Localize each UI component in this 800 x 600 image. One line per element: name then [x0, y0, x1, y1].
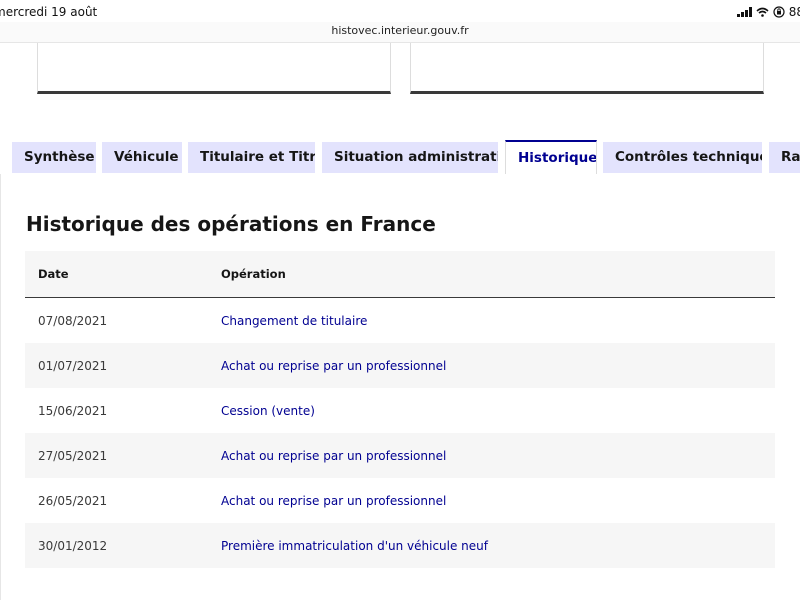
url-text: histovec.interieur.gouv.fr — [331, 24, 469, 37]
status-bar: mercredi 19 août 88 — [0, 0, 800, 24]
history-table: Date Opération 07/08/2021 Changement de … — [25, 251, 775, 568]
table-row: 27/05/2021 Achat ou reprise par un profe… — [25, 433, 775, 478]
table-row: 30/01/2012 Première immatriculation d'un… — [25, 523, 775, 568]
info-card-right — [410, 43, 764, 94]
row-operation-link[interactable]: Changement de titulaire — [221, 314, 367, 328]
status-time: mercredi 19 août — [0, 5, 98, 19]
tab-bar: Synthèse Véhicule Titulaire et Titre Sit… — [0, 140, 800, 175]
tab-vehicule[interactable]: Véhicule — [102, 142, 182, 173]
table-row: 26/05/2021 Achat ou reprise par un profe… — [25, 478, 775, 523]
row-date: 15/06/2021 — [38, 404, 108, 418]
table-row: 07/08/2021 Changement de titulaire — [25, 298, 775, 343]
row-date: 07/08/2021 — [38, 314, 108, 328]
row-date: 27/05/2021 — [38, 449, 108, 463]
column-header-date: Date — [38, 267, 69, 281]
column-header-operation: Opération — [221, 267, 286, 281]
battery-percent: 88 — [788, 5, 800, 19]
tab-titulaire-titre[interactable]: Titulaire et Titre — [188, 142, 315, 173]
table-row: 01/07/2021 Achat ou reprise par un profe… — [25, 343, 775, 388]
row-operation-link[interactable]: Achat ou reprise par un professionnel — [221, 359, 446, 373]
info-card-left — [37, 43, 391, 94]
wifi-icon — [756, 7, 769, 17]
screen: mercredi 19 août 88 — [0, 0, 800, 600]
row-operation-link[interactable]: Cession (vente) — [221, 404, 315, 418]
row-operation-link[interactable]: Achat ou reprise par un professionnel — [221, 449, 446, 463]
tab-rapport[interactable]: Rapport — [769, 142, 800, 173]
row-operation-link[interactable]: Achat ou reprise par un professionnel — [221, 494, 446, 508]
status-indicators: 88 — [736, 5, 800, 19]
tab-situation-administrative[interactable]: Situation administrative — [322, 142, 498, 173]
tab-controles-techniques[interactable]: Contrôles techniques — [603, 142, 762, 173]
row-date: 01/07/2021 — [38, 359, 108, 373]
tab-historique[interactable]: Historique — [505, 140, 597, 175]
tab-synthese[interactable]: Synthèse — [12, 142, 96, 173]
row-operation-link[interactable]: Première immatriculation d'un véhicule n… — [221, 539, 488, 553]
table-row: 15/06/2021 Cession (vente) — [25, 388, 775, 433]
row-date: 30/01/2012 — [38, 539, 108, 553]
orientation-lock-icon — [773, 6, 785, 18]
table-header: Date Opération — [25, 251, 775, 298]
signal-icon — [736, 7, 752, 17]
url-bar[interactable]: histovec.interieur.gouv.fr — [0, 22, 800, 43]
row-date: 26/05/2021 — [38, 494, 108, 508]
page-title: Historique des opérations en France — [26, 212, 436, 236]
